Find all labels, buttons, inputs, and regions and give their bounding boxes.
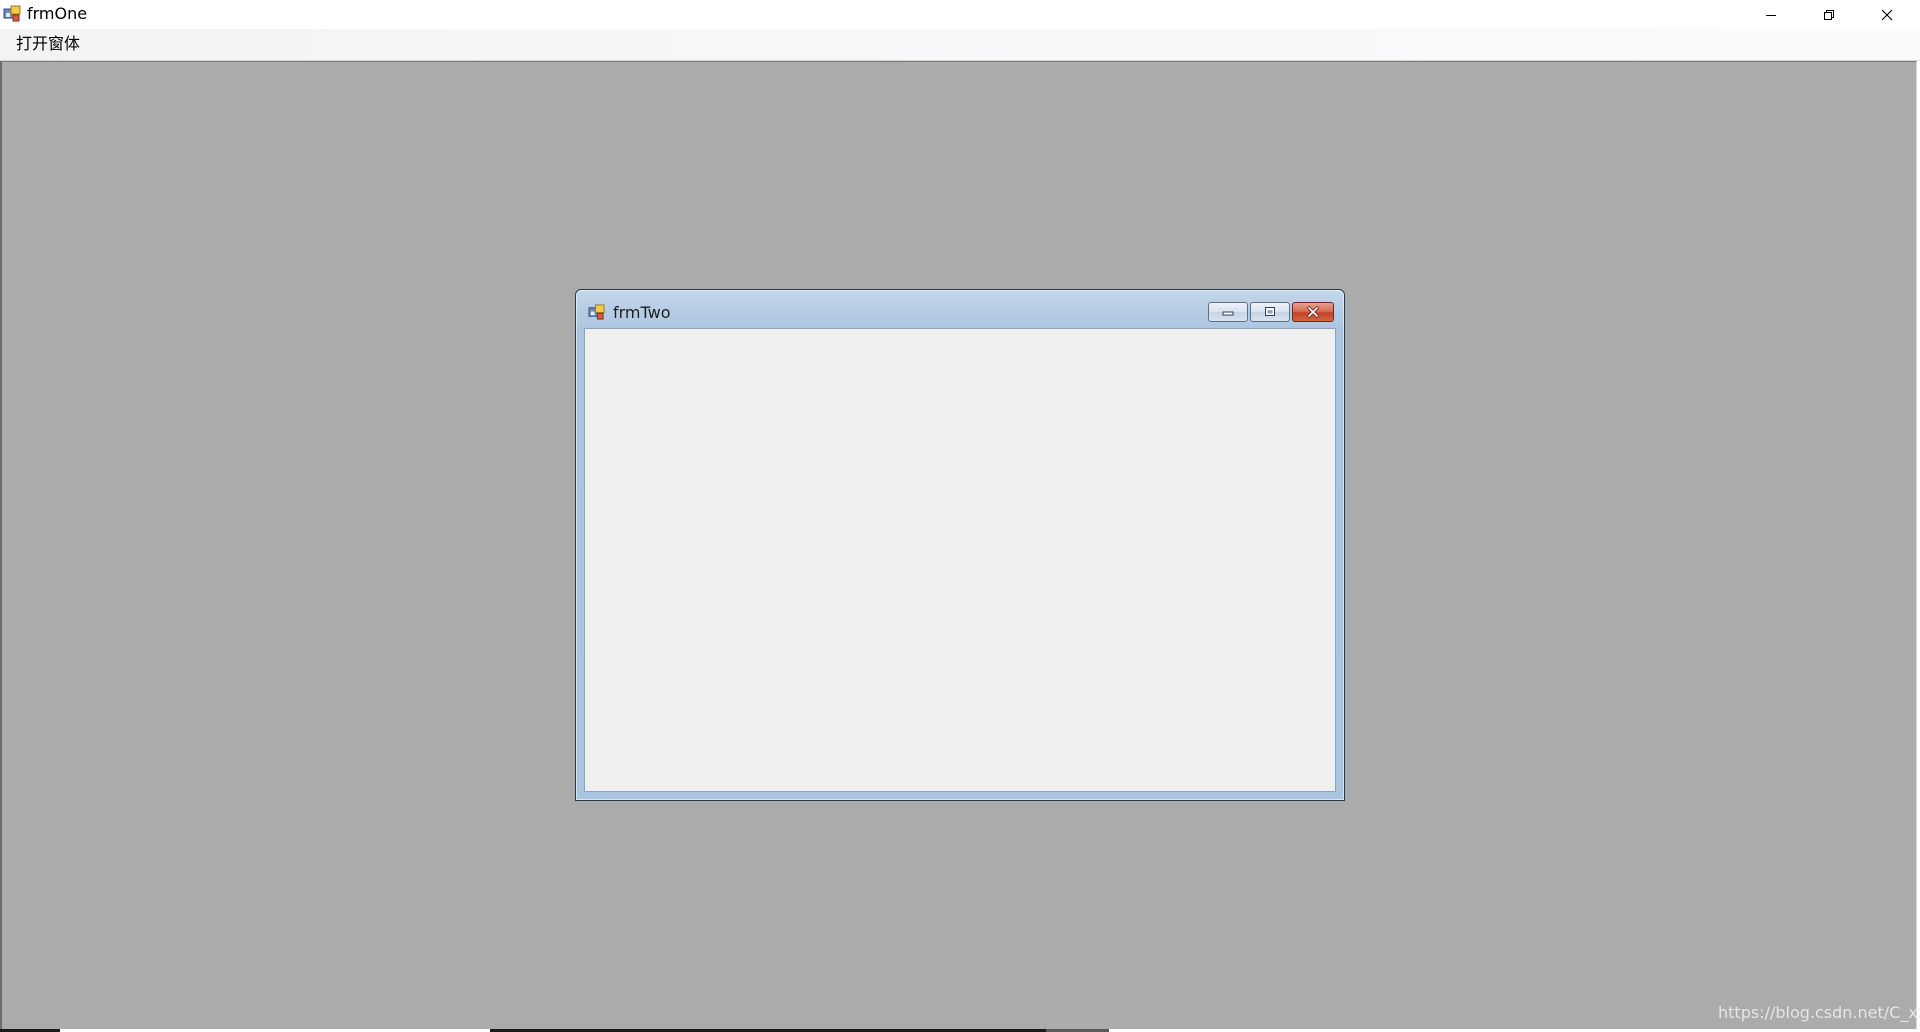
window-title: frmOne xyxy=(27,4,88,23)
child-window-title: frmTwo xyxy=(613,303,671,322)
minimize-icon xyxy=(1766,14,1776,16)
child-maximize-button[interactable] xyxy=(1250,302,1290,322)
app-form-icon xyxy=(3,5,21,22)
child-minimize-button[interactable] xyxy=(1208,302,1248,322)
maximize-icon xyxy=(1265,307,1275,316)
app-form-icon xyxy=(588,304,605,320)
child-close-button[interactable] xyxy=(1292,302,1334,322)
child-window-client-area xyxy=(584,328,1336,792)
desktop-root: frmOne 打开窗体 frmTwo https://blog.csdn.net… xyxy=(0,0,1920,1032)
close-button[interactable] xyxy=(1858,0,1916,29)
minimize-icon xyxy=(1222,311,1234,316)
restore-icon xyxy=(1824,9,1834,20)
close-icon xyxy=(1307,306,1319,318)
close-icon xyxy=(1881,9,1893,20)
watermark-text: https://blog.csdn.net/C_xxy xyxy=(1718,1003,1920,1022)
restore-button[interactable] xyxy=(1800,0,1858,29)
child-window-frmtwo[interactable]: frmTwo xyxy=(575,289,1345,801)
menu-bar: 打开窗体 xyxy=(0,29,1920,61)
menu-item-open-form[interactable]: 打开窗体 xyxy=(8,32,88,56)
window-titlebar[interactable]: frmOne xyxy=(0,0,1920,29)
minimize-button[interactable] xyxy=(1742,0,1800,29)
